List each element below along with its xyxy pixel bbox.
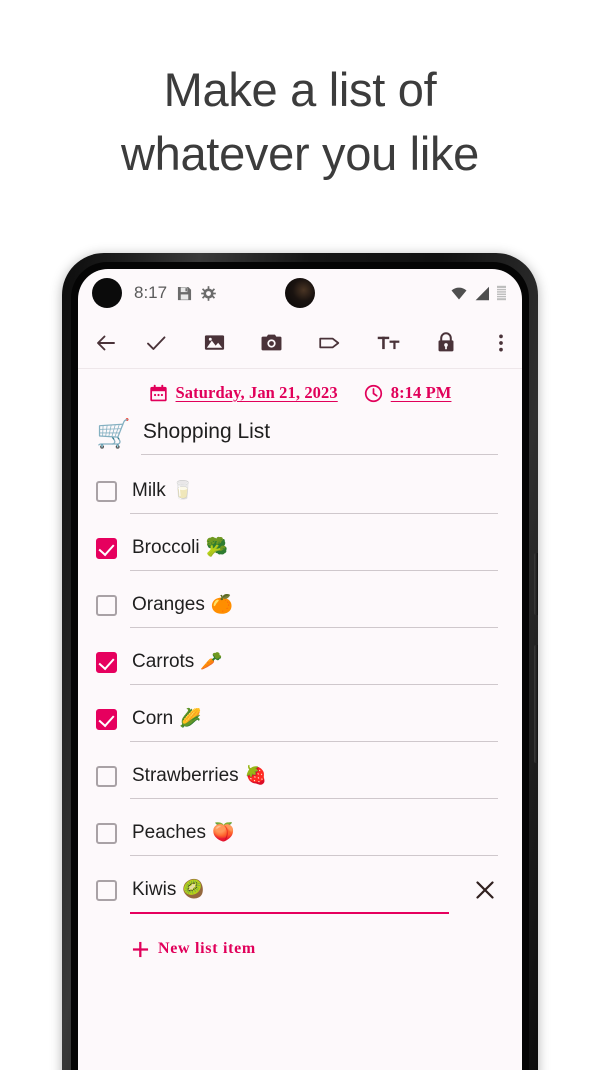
camera-icon: [261, 334, 282, 351]
back-button[interactable]: [94, 331, 118, 355]
list-item-field[interactable]: Peaches 🍑: [130, 819, 498, 856]
checkbox-strawberries[interactable]: [96, 766, 117, 787]
list-item-label: Milk: [132, 480, 166, 501]
status-notification-icons: [177, 285, 216, 301]
camera-punch-hole-center: [285, 278, 315, 308]
shopping-cart-icon: 🛒: [96, 418, 131, 449]
list-item-emoji: 🍓: [244, 765, 268, 785]
list-item-emoji: 🍑: [211, 822, 235, 842]
close-icon: [476, 881, 494, 899]
signal-icon: [475, 286, 489, 300]
status-bar: 8:17: [78, 269, 522, 317]
list-item-label: Oranges: [132, 594, 205, 615]
checkbox-carrots[interactable]: [96, 652, 117, 673]
list-item-field[interactable]: Broccoli 🥦: [130, 534, 498, 571]
checkbox-kiwis[interactable]: [96, 880, 117, 901]
new-list-item-button[interactable]: New list item: [96, 940, 498, 958]
text-format-icon: [377, 336, 400, 349]
lock-icon: [438, 332, 454, 352]
overflow-menu-icon: [499, 334, 503, 351]
image-icon: [204, 335, 224, 350]
camera-punch-hole-left: [92, 278, 122, 308]
list-item-label: Peaches: [132, 822, 206, 843]
save-icon: [178, 286, 192, 300]
gear-icon: [201, 285, 216, 301]
checkbox-corn[interactable]: [96, 709, 117, 730]
list-item-emoji: 🍊: [210, 594, 234, 614]
phone-mockup: 8:17 Saturday, Jan 21, 2023 8:14 PM 🛒 Sh…: [62, 253, 538, 1070]
note-title-row: 🛒 Shopping List: [96, 417, 498, 457]
list-item-emoji: 🥦: [205, 537, 228, 557]
battery-icon: [497, 285, 506, 301]
headline-line-1: Make a list of: [163, 63, 437, 116]
back-icon: [97, 335, 115, 350]
promo-screenshot: Make a list of whatever you like 8:17 Sa…: [0, 0, 600, 1070]
tag-icon: [319, 337, 340, 348]
note-datetime-row: Saturday, Jan 21, 2023 8:14 PM: [78, 369, 522, 411]
promo-headline: Make a list of whatever you like: [0, 58, 600, 186]
list-item-field[interactable]: Milk 🥛: [130, 477, 498, 514]
label-tag-button[interactable]: [318, 331, 342, 355]
insert-image-button[interactable]: [203, 331, 226, 354]
headline-line-2: whatever you like: [120, 127, 480, 180]
list-item-emoji: 🥛: [171, 480, 195, 500]
list-item: Broccoli 🥦: [96, 534, 498, 571]
list-item-label: Strawberries: [132, 765, 239, 786]
list-item: Kiwis 🥝: [96, 876, 498, 914]
phone-bezel: 8:17 Saturday, Jan 21, 2023 8:14 PM 🛒 Sh…: [71, 262, 529, 1070]
status-time: 8:17: [134, 283, 168, 302]
note-title-field[interactable]: Shopping List: [140, 417, 498, 455]
list-item-field[interactable]: Kiwis 🥝: [130, 876, 449, 914]
list-item: Oranges 🍊: [96, 591, 498, 628]
new-list-item-label: New list item: [158, 940, 256, 957]
checkbox-milk[interactable]: [96, 481, 117, 502]
done-check-button[interactable]: [144, 331, 168, 355]
note-body: 🛒 Shopping List Milk 🥛 Broccoli 🥦 Oranges 🍊 Ca…: [78, 411, 522, 958]
wifi-icon: [451, 287, 467, 299]
list-item: Strawberries 🍓: [96, 762, 498, 799]
phone-screen: 8:17 Saturday, Jan 21, 2023 8:14 PM 🛒 Sh…: [78, 269, 522, 1070]
list-item-field[interactable]: Strawberries 🍓: [130, 762, 498, 799]
list-item-emoji: 🥕: [200, 651, 223, 671]
phone-volume-button[interactable]: [534, 553, 538, 615]
checklist: Milk 🥛 Broccoli 🥦 Oranges 🍊 Carrots 🥕 Corn 🌽 Straw…: [96, 477, 498, 914]
checkbox-broccoli[interactable]: [96, 538, 117, 559]
list-item-label: Corn: [132, 708, 174, 729]
note-toolbar: [78, 317, 522, 369]
check-icon: [147, 335, 166, 350]
camera-button[interactable]: [260, 331, 283, 354]
list-item-label: Kiwis: [132, 879, 177, 900]
note-time[interactable]: 8:14 PM: [391, 383, 452, 403]
checkbox-peaches[interactable]: [96, 823, 117, 844]
list-item-field[interactable]: Oranges 🍊: [130, 591, 498, 628]
checkbox-oranges[interactable]: [96, 595, 117, 616]
list-item: Carrots 🥕: [96, 648, 498, 685]
list-item-field[interactable]: Corn 🌽: [130, 705, 498, 742]
clear-item-button[interactable]: [472, 877, 498, 903]
list-item: Peaches 🍑: [96, 819, 498, 856]
list-item-emoji: 🌽: [179, 708, 202, 728]
list-item: Corn 🌽: [96, 705, 498, 742]
lock-button[interactable]: [435, 331, 457, 354]
list-item-label: Carrots: [132, 651, 195, 672]
calendar-icon: [149, 384, 167, 401]
overflow-menu-button[interactable]: [492, 331, 510, 355]
plus-icon: [132, 941, 149, 957]
text-format-button[interactable]: [377, 331, 401, 355]
note-date[interactable]: Saturday, Jan 21, 2023: [176, 383, 338, 403]
clock-icon: [364, 384, 382, 402]
list-item-emoji: 🥝: [182, 879, 205, 899]
phone-power-button[interactable]: [534, 645, 538, 763]
list-item-field[interactable]: Carrots 🥕: [130, 648, 498, 685]
status-system-icons: [451, 285, 506, 301]
note-title-text: Shopping List: [142, 420, 271, 443]
list-item: Milk 🥛: [96, 477, 498, 514]
list-item-label: Broccoli: [132, 537, 200, 558]
